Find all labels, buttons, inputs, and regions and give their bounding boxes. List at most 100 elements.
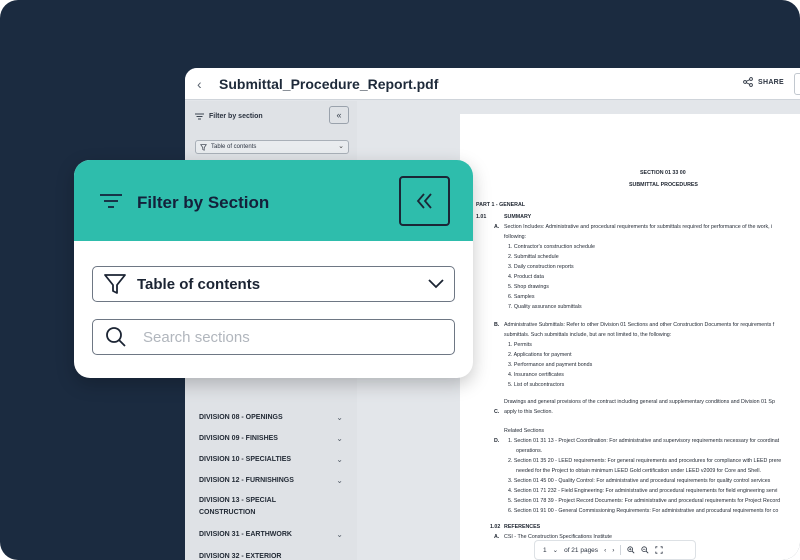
viewer-header: ‹ Submittal_Procedure_Report.pdf [185, 68, 800, 100]
page-dropdown-icon[interactable]: ⌄ [553, 546, 558, 554]
para-text: CSI - The Construction Specifications In… [504, 534, 612, 540]
funnel-icon [104, 274, 126, 294]
filter-card-header: Filter by Section [74, 160, 473, 241]
filter-lines-icon [100, 194, 122, 208]
list-item: needed for the Project to obtain minimum… [516, 468, 761, 474]
chevron-down-icon [428, 279, 444, 289]
list-item: 4. Product data [508, 274, 544, 280]
toc-select-value: Table of contents [137, 275, 261, 293]
fullscreen-icon[interactable] [655, 546, 664, 554]
article-title: SUMMARY [504, 214, 532, 220]
double-chevron-left-icon: « [336, 110, 342, 120]
double-chevron-left-icon [416, 193, 432, 209]
sidebar-title: Filter by section [209, 112, 263, 120]
section-number: SECTION 01 33 00 [640, 170, 686, 176]
list-item: 2. Applications for payment [508, 352, 572, 358]
chevron-down-icon: ⌄ [336, 475, 343, 485]
division-label: DIVISION 13 - SPECIAL CONSTRUCTION [199, 497, 276, 516]
para-label: C. [494, 409, 500, 415]
chevron-down-icon: ⌄ [338, 143, 344, 150]
article-title: REFERENCES [504, 524, 541, 530]
background-stage: ‹ Submittal_Procedure_Report.pdf SHARE F… [0, 0, 800, 560]
chevron-down-icon: ⌄ [336, 530, 343, 539]
chevron-down-icon: ⌄ [336, 433, 343, 443]
para-label: A. [494, 224, 500, 230]
list-item: 1. Contractor's construction schedule [508, 244, 595, 250]
division-item[interactable]: DIVISION 09 - FINISHES ⌄ [185, 428, 357, 449]
division-label: DIVISION 32 - EXTERIOR IMPROVEMENTS [199, 553, 282, 560]
para-text: apply to this Section. [504, 409, 553, 415]
search-field[interactable] [92, 319, 455, 355]
sidebar-select-value: Table of contents [211, 144, 257, 150]
division-label: DIVISION 08 - OPENINGS [199, 413, 283, 421]
division-label: DIVISION 12 - FURNISHINGS [199, 476, 294, 484]
list-item: 3. Section 01 45 00 - Quality Control: F… [508, 478, 771, 484]
page-navigator: 1 ⌄ of 21 pages ‹ › [535, 541, 695, 559]
division-item[interactable]: DIVISION 13 - SPECIAL CONSTRUCTION [185, 491, 315, 523]
filter-lines-icon [195, 113, 204, 119]
funnel-icon [200, 143, 207, 151]
para-label: B. [494, 322, 500, 328]
filter-card: Filter by Section Table of contents [74, 160, 473, 378]
chevron-down-icon: ⌄ [336, 412, 343, 422]
list-item: 4. Section 01 71 232 - Field Engineering… [508, 488, 778, 494]
search-icon [106, 327, 126, 347]
para-text: Section Includes: Administrative and pro… [504, 224, 773, 230]
para-text: Related Sections [504, 428, 545, 434]
part-heading: PART 1 - GENERAL [476, 202, 526, 208]
list-item: 6. Samples [508, 294, 535, 300]
search-input[interactable] [143, 328, 423, 346]
list-item: 2. Submittal schedule [508, 254, 559, 260]
para-label: D. [494, 438, 500, 444]
division-item[interactable]: DIVISION 31 - EARTHWORK ⌄ [185, 523, 357, 547]
chevron-down-icon: ⌄ [336, 454, 343, 464]
division-label: DIVISION 31 - EARTHWORK [199, 531, 292, 538]
list-item: 5. List of subcontractors [508, 382, 565, 388]
toc-select[interactable]: Table of contents [92, 266, 455, 302]
list-item: 3. Daily construction reports [508, 264, 574, 270]
division-list: DIVISION 08 - OPENINGS ⌄ DIVISION 09 - F… [185, 407, 357, 560]
article-number: 1.02 [490, 524, 501, 530]
division-item[interactable]: DIVISION 12 - FURNISHINGS ⌄ [185, 470, 357, 491]
zoom-out-icon[interactable] [641, 546, 649, 554]
para-label: A. [494, 534, 500, 540]
list-item: 3. Performance and payment bonds [508, 362, 593, 368]
file-title: Submittal_Procedure_Report.pdf [219, 75, 439, 92]
para-text: following: [504, 234, 527, 240]
divider [620, 545, 622, 555]
list-item: 2. Section 01 35 20 - LEED requirements:… [508, 458, 782, 464]
list-item: operations. [516, 448, 543, 454]
list-item: 5. Section 01 78 39 - Project Record Doc… [508, 498, 781, 504]
article-number: 1.01 [476, 214, 487, 220]
header-action-button[interactable] [794, 73, 800, 95]
para-text: submittals. Such submittals include, but… [504, 332, 672, 338]
para-text: Drawings and general provisions of the c… [504, 399, 775, 405]
page-count: of 21 pages [564, 546, 599, 554]
next-page-icon[interactable]: › [612, 547, 614, 554]
filter-card-title: Filter by Section [137, 193, 270, 212]
list-item: 4. Insurance certificates [508, 372, 564, 378]
share-label: SHARE [758, 78, 785, 86]
list-item: 7. Quality assurance submittals [508, 304, 582, 310]
prev-page-icon[interactable]: ‹ [604, 547, 606, 554]
section-title: SUBMITTAL PROCEDURES [629, 182, 698, 188]
share-button[interactable]: SHARE [743, 77, 784, 87]
division-label: DIVISION 09 - FINISHES [199, 434, 278, 442]
division-item[interactable]: DIVISION 32 - EXTERIOR IMPROVEMENTS ⌄ [185, 547, 357, 560]
division-item[interactable]: DIVISION 10 - SPECIALTIES ⌄ [185, 449, 357, 470]
share-icon [743, 77, 753, 87]
division-label: DIVISION 10 - SPECIALTIES [199, 455, 292, 463]
back-chevron-icon[interactable]: ‹ [197, 76, 211, 92]
zoom-in-icon[interactable] [627, 546, 635, 554]
document-page: SECTION 01 33 00 SUBMITTAL PROCEDURES PA… [460, 114, 800, 560]
sidebar-collapse-button[interactable]: « [329, 106, 349, 124]
list-item: 1. Permits [508, 342, 532, 348]
division-item[interactable]: DIVISION 08 - OPENINGS ⌄ [185, 407, 357, 428]
list-item: 5. Shop drawings [508, 284, 549, 290]
para-text: Administrative Submittals: Refer to othe… [504, 322, 775, 328]
list-item: 1. Section 01 31 13 - Project Coordinati… [508, 438, 780, 444]
page-number[interactable]: 1 [543, 547, 547, 554]
collapse-panel-button[interactable] [399, 176, 450, 226]
list-item: 6. Section 01 91 00 - General Commission… [508, 508, 779, 514]
sidebar-toc-select[interactable]: Table of contents ⌄ [195, 140, 349, 154]
